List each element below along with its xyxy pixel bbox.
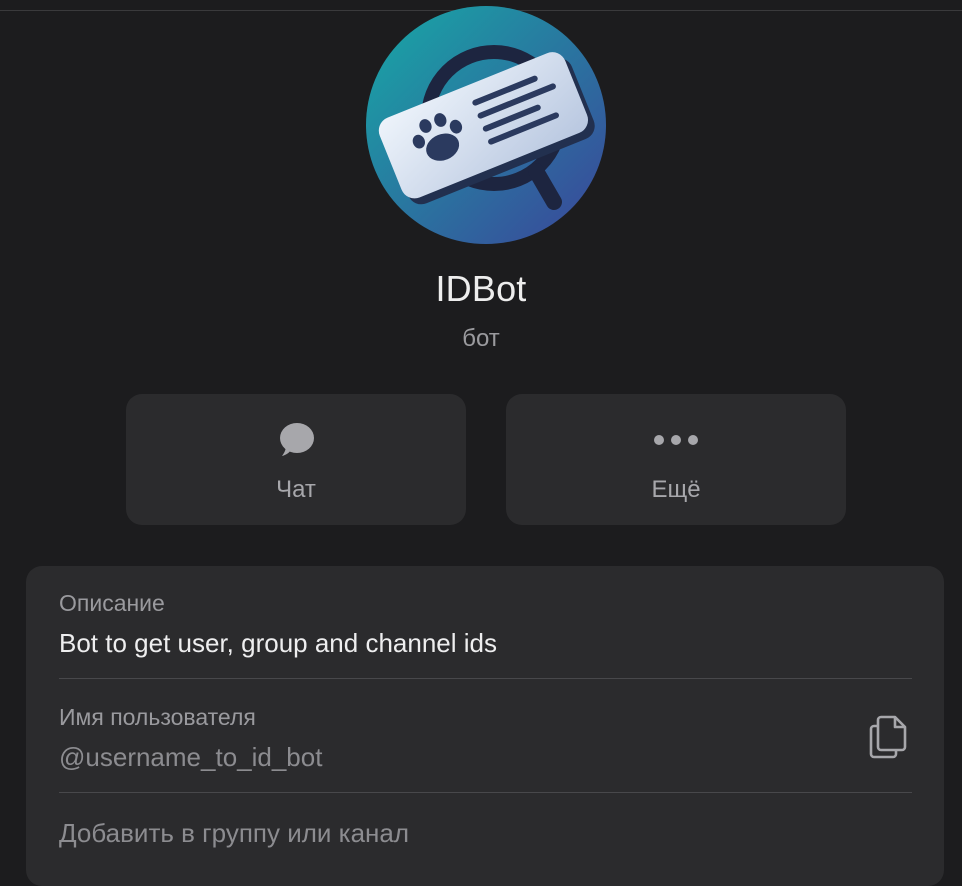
more-dots-icon [506,420,846,460]
info-panel: Описание Bot to get user, group and chan… [26,566,944,886]
add-to-group-link[interactable]: Добавить в группу или канал [59,818,409,849]
bot-type: бот [462,325,500,352]
bot-avatar[interactable] [366,6,606,244]
chat-button-label: Чат [276,476,316,503]
username-label: Имя пользователя [59,704,256,730]
chat-button[interactable]: Чат [126,394,466,525]
description-value[interactable]: Bot to get user, group and channel ids [59,628,497,659]
description-label: Описание [59,590,165,616]
username-value[interactable]: @username_to_id_bot [59,742,322,773]
copy-icon[interactable] [868,714,910,760]
divider [59,792,912,793]
chat-bubble-icon [126,420,466,460]
more-button-label: Ещё [651,476,701,503]
id-card-magnifier-icon [366,6,606,244]
bot-name: IDBot [435,268,527,309]
more-button[interactable]: Ещё [506,394,846,525]
divider [59,678,912,679]
